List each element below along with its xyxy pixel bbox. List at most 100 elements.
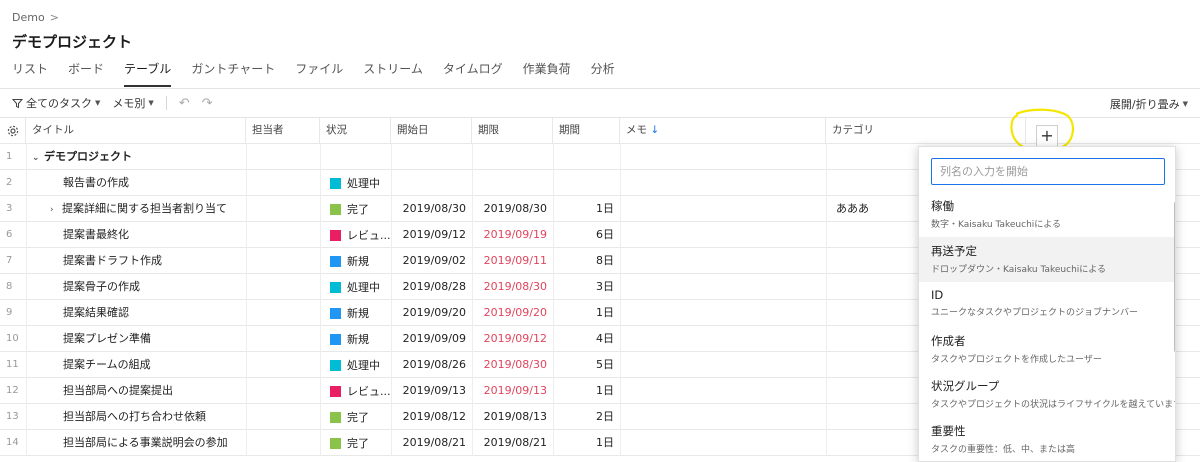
column-header-duration[interactable]: 期間 [553,118,620,144]
task-title[interactable]: 担当部局への提案提出 [50,378,246,404]
task-title-text: 報告書の作成 [63,176,129,189]
column-option[interactable]: 重要性 タスクの重要性：低、中、または高 [919,417,1175,461]
tab-1[interactable]: ボード [68,58,104,88]
toolbar-divider [165,96,167,110]
start-date-cell[interactable]: 2019/08/21 [391,430,472,456]
status-cell[interactable]: 新規 [320,248,391,274]
status-cell[interactable]: 新規 [320,326,391,352]
tab-5[interactable]: ストリーム [363,58,423,88]
status-color-swatch [330,411,341,423]
undo-icon[interactable]: ↶ [179,96,190,111]
status-cell[interactable]: レビュ... [320,222,391,248]
duration-cell[interactable]: 5日 [553,352,620,378]
task-title[interactable]: › 提案詳細に関する担当者割り当て [50,196,246,222]
tab-6[interactable]: タイムログ [443,58,503,88]
status-cell[interactable]: 処理中 [320,170,391,196]
column-divider [472,144,473,170]
tab-3[interactable]: ガントチャート [191,58,275,88]
column-option[interactable]: 再送予定 ドロップダウン・Kaisaku Takeuchiによる [919,237,1175,282]
status-cell[interactable]: レビュ... [320,378,391,404]
duration-cell[interactable]: 6日 [553,222,620,248]
group-by-dropdown[interactable]: メモ別 ▼ [112,95,153,111]
expand-collapse-dropdown[interactable]: 展開/折り畳み ▼ [1110,96,1188,112]
duration-cell[interactable]: 1日 [553,430,620,456]
status-text: 完了 [347,410,369,424]
tab-4[interactable]: ファイル [295,58,343,88]
task-title[interactable]: 担当部局への打ち合わせ依頼 [50,404,246,430]
duration-cell[interactable]: 2日 [553,404,620,430]
column-header-category[interactable]: カテゴリ [826,118,1026,144]
dropdown-scrollbar[interactable] [1174,202,1175,352]
column-divider [246,248,247,274]
status-cell[interactable]: 処理中 [320,352,391,378]
duration-cell[interactable]: 1日 [553,196,620,222]
column-header-title[interactable]: タイトル [26,118,246,144]
filter-dropdown[interactable]: 全てのタスク ▼ [12,95,100,111]
tab-2[interactable]: テーブル [124,58,172,88]
due-date-cell[interactable]: 2019/08/21 [472,430,553,456]
task-title[interactable]: ⌄ デモプロジェクト [32,144,246,170]
due-date-cell[interactable]: 2019/08/13 [472,404,553,430]
row-number: 7 [6,255,13,266]
column-header-due-date[interactable]: 期限 [472,118,553,144]
start-date-cell[interactable]: 2019/09/12 [391,222,472,248]
status-cell[interactable]: 新規 [320,300,391,326]
column-header-start-date[interactable]: 開始日 [391,118,472,144]
due-date-cell[interactable]: 2019/09/19 [472,222,553,248]
due-date-cell[interactable]: 2019/09/11 [472,248,553,274]
start-date-cell[interactable]: 2019/08/28 [391,274,472,300]
task-title[interactable]: 報告書の作成 [50,170,246,196]
task-title[interactable]: 担当部局による事業説明会の参加 [50,430,246,456]
status-cell[interactable]: 完了 [320,196,391,222]
status-color-swatch [330,385,341,397]
start-date-cell[interactable]: 2019/09/20 [391,300,472,326]
due-date-cell[interactable]: 2019/09/20 [472,300,553,326]
status-cell[interactable]: 処理中 [320,274,391,300]
duration-cell[interactable]: 1日 [553,378,620,404]
column-divider [826,352,827,378]
tab-0[interactable]: リスト [12,58,48,88]
column-header-memo[interactable]: メモ ↓ [620,118,826,144]
duration-cell[interactable]: 8日 [553,248,620,274]
due-date-cell[interactable]: 2019/09/12 [472,326,553,352]
start-date-cell[interactable]: 2019/08/30 [391,196,472,222]
column-option[interactable]: 状況グループ タスクやプロジェクトの状況はライフサイクルを越えています [919,372,1176,417]
status-cell[interactable]: 完了 [320,430,391,456]
task-title[interactable]: 提案結果確認 [50,300,246,326]
task-title[interactable]: 提案書ドラフト作成 [50,248,246,274]
column-settings-icon[interactable] [0,118,26,144]
task-title[interactable]: 提案プレゼン準備 [50,326,246,352]
start-date-cell[interactable]: 2019/08/26 [391,352,472,378]
row-number: 3 [6,203,13,214]
due-date-cell[interactable]: 2019/08/30 [472,274,553,300]
column-option-description: タスクやプロジェクトの状況はライフサイクルを越えています [931,400,1176,410]
start-date-cell[interactable]: 2019/09/13 [391,378,472,404]
column-search-input[interactable] [931,158,1165,185]
column-option[interactable]: 稼働 数字・Kaisaku Takeuchiによる [919,192,1175,237]
column-option[interactable]: ID ユニークなタスクやプロジェクトのジョブナンバー [919,282,1175,327]
due-date-cell[interactable]: 2019/09/13 [472,378,553,404]
start-date-cell[interactable]: 2019/08/12 [391,404,472,430]
task-title[interactable]: 提案骨子の作成 [50,274,246,300]
column-option[interactable]: 作成者 タスクやプロジェクトを作成したユーザー [919,327,1175,372]
task-title[interactable]: 提案チームの組成 [50,352,246,378]
task-title[interactable]: 提案書最終化 [50,222,246,248]
column-divider [26,378,27,404]
duration-cell[interactable]: 1日 [553,300,620,326]
status-cell[interactable]: 完了 [320,404,391,430]
column-header-status[interactable]: 状況 [320,118,391,144]
breadcrumb-demo-link[interactable]: Demo [12,11,45,24]
due-date-cell[interactable]: 2019/08/30 [472,196,553,222]
column-header-assignee[interactable]: 担当者 [246,118,320,144]
duration-cell[interactable]: 3日 [553,274,620,300]
tab-7[interactable]: 作業負荷 [523,58,571,88]
redo-icon[interactable]: ↷ [202,96,213,111]
start-date-cell[interactable]: 2019/09/09 [391,326,472,352]
expand-chevron-icon[interactable]: › [50,198,62,222]
start-date-cell[interactable]: 2019/09/02 [391,248,472,274]
collapse-chevron-icon[interactable]: ⌄ [32,146,44,170]
tab-8[interactable]: 分析 [591,58,615,88]
duration-cell[interactable]: 4日 [553,326,620,352]
column-option-description: タスクやプロジェクトを作成したユーザー [931,355,1102,365]
due-date-cell[interactable]: 2019/08/30 [472,352,553,378]
